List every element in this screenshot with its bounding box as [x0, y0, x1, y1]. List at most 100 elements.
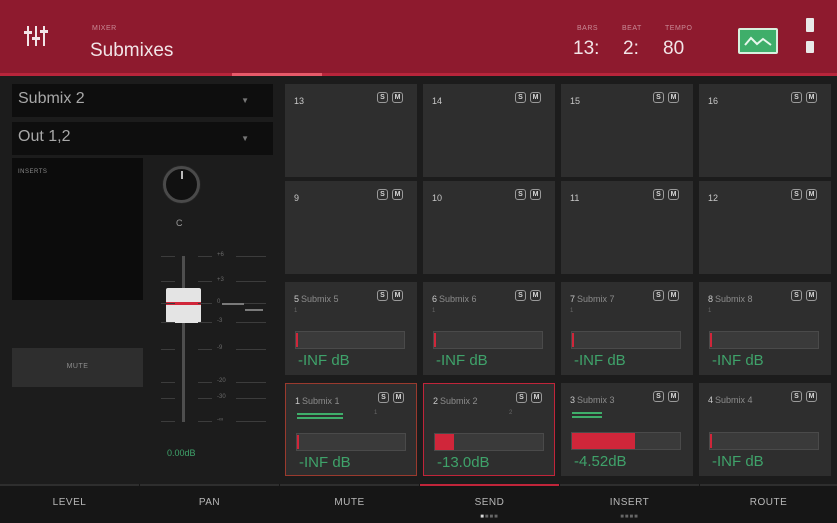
submix-pad-7[interactable]: 7 Submix 7 S M 1 -INF dB: [561, 282, 693, 375]
tab-pan[interactable]: PAN: [140, 484, 279, 523]
solo-button[interactable]: S: [515, 92, 526, 103]
tempo-value[interactable]: 80: [663, 38, 684, 60]
tab-level[interactable]: LEVEL: [0, 484, 139, 523]
submix-pad-15[interactable]: 15 S M: [561, 84, 693, 177]
solo-button[interactable]: S: [791, 92, 802, 103]
send-level-fill: [435, 434, 455, 450]
tab-mute[interactable]: MUTE: [280, 484, 419, 523]
tab-insert[interactable]: INSERT ■■■■: [560, 484, 699, 523]
submix-pad-12[interactable]: 12 S M: [699, 181, 831, 274]
submix-pad-11[interactable]: 11 S M: [561, 181, 693, 274]
send-db-value: -INF dB: [299, 454, 351, 471]
mute-toggle-button[interactable]: M: [668, 189, 679, 200]
solo-button[interactable]: S: [377, 92, 388, 103]
solo-button[interactable]: S: [515, 189, 526, 200]
mute-toggle-button[interactable]: M: [806, 92, 817, 103]
submix-pad-10[interactable]: 10 S M: [423, 181, 555, 274]
send-db-value: -4.52dB: [574, 453, 627, 470]
submix-pad-5[interactable]: 5 Submix 5 S M 1 -INF dB: [285, 282, 417, 375]
send-level-bar[interactable]: [709, 432, 819, 450]
send-level-line: [572, 412, 602, 414]
send-level-bar[interactable]: [433, 331, 543, 349]
solo-button[interactable]: S: [791, 290, 802, 301]
mute-toggle-button[interactable]: M: [806, 189, 817, 200]
mute-toggle-button[interactable]: M: [530, 189, 541, 200]
tab-mute-label: MUTE: [334, 497, 365, 508]
mute-toggle-button[interactable]: M: [392, 189, 403, 200]
solo-button[interactable]: S: [378, 392, 389, 403]
submix-pad-6[interactable]: 6 Submix 6 S M 1 -INF dB: [423, 282, 555, 375]
pad-channel: 2: [509, 410, 513, 416]
pad-number: 2: [433, 396, 439, 406]
beat-label: BEAT: [622, 25, 642, 32]
pan-knob[interactable]: [163, 166, 200, 203]
submix-pad-13[interactable]: 13 S M: [285, 84, 417, 177]
header-rule: [0, 73, 837, 76]
tab-indicator: [140, 484, 279, 486]
solo-button[interactable]: S: [377, 290, 388, 301]
mute-toggle-button[interactable]: M: [393, 392, 404, 403]
solo-button[interactable]: S: [653, 290, 664, 301]
send-level-bar[interactable]: [295, 331, 405, 349]
mute-toggle-button[interactable]: M: [392, 290, 403, 301]
beat-value[interactable]: 2:: [623, 38, 639, 60]
submix-pad-14[interactable]: 14 S M: [423, 84, 555, 177]
solo-button[interactable]: S: [516, 392, 527, 403]
pad-number: 15: [570, 96, 581, 106]
mute-button[interactable]: MUTE: [12, 348, 143, 387]
solo-button[interactable]: S: [791, 391, 802, 402]
send-level-bar[interactable]: [296, 433, 406, 451]
page-dots: ■■■■: [480, 514, 499, 520]
submix-select[interactable]: Submix 2 ▼: [12, 84, 273, 117]
mute-toggle-button[interactable]: M: [668, 92, 679, 103]
mute-toggle-button[interactable]: M: [806, 391, 817, 402]
scale-tick: [236, 398, 266, 399]
pad-label: 10: [432, 193, 442, 203]
send-level-bar[interactable]: [571, 331, 681, 349]
submix-pad-9[interactable]: 9 SM: [285, 181, 417, 274]
solo-button[interactable]: S: [515, 290, 526, 301]
scale-label: 0: [217, 299, 221, 305]
level-meter-right: [245, 309, 263, 311]
scale-label: -∞: [217, 417, 224, 423]
scale-tick: [161, 256, 175, 257]
tab-send[interactable]: SEND ■■■■: [420, 484, 559, 523]
send-level-marker: [710, 333, 712, 347]
solo-button[interactable]: S: [653, 189, 664, 200]
automation-button[interactable]: [738, 28, 778, 54]
send-level-marker: [572, 333, 574, 347]
mute-toggle-button[interactable]: M: [668, 290, 679, 301]
solo-button[interactable]: S: [653, 391, 664, 402]
mute-toggle-button[interactable]: M: [530, 92, 541, 103]
tab-route[interactable]: ROUTE: [700, 484, 837, 523]
mixer-icon[interactable]: [22, 22, 50, 50]
scale-label: -9: [217, 345, 223, 351]
mute-toggle-button[interactable]: M: [806, 290, 817, 301]
submix-pad-2[interactable]: 2 Submix 2 S M 2 -13.0dB: [423, 383, 555, 476]
inserts-panel[interactable]: INSERTS: [12, 158, 143, 300]
submix-pad-8[interactable]: 8 Submix 8 S M 1 -INF dB: [699, 282, 831, 375]
pad-channel: 1: [708, 308, 712, 314]
send-level-bar[interactable]: [571, 432, 681, 450]
mute-toggle-button[interactable]: M: [531, 392, 542, 403]
submix-pad-4[interactable]: 4 Submix 4 S M -INF dB: [699, 383, 831, 476]
mute-toggle-button[interactable]: M: [668, 391, 679, 402]
submix-pad-3[interactable]: 3 Submix 3 S M -4.52dB: [561, 383, 693, 476]
solo-button[interactable]: S: [791, 189, 802, 200]
pad-number: 4: [708, 395, 714, 405]
solo-button[interactable]: S: [653, 92, 664, 103]
scale-tick: [161, 322, 175, 323]
mute-toggle-button[interactable]: M: [530, 290, 541, 301]
scale-tick: [161, 349, 175, 350]
submix-pad-16[interactable]: 16 S M: [699, 84, 831, 177]
send-level-bar[interactable]: [709, 331, 819, 349]
tab-send-label: SEND: [474, 497, 505, 508]
mute-toggle-button[interactable]: M: [392, 92, 403, 103]
submix-pad-1[interactable]: 1 Submix 1 S M 1 -INF dB: [285, 383, 417, 476]
solo-button[interactable]: S: [377, 189, 388, 200]
send-level-bar[interactable]: [434, 433, 544, 451]
level-fader[interactable]: [166, 288, 201, 323]
bars-value[interactable]: 13:: [573, 38, 599, 60]
output-select[interactable]: Out 1,2 ▼: [12, 122, 273, 155]
tempo-label: TEMPO: [665, 25, 693, 32]
